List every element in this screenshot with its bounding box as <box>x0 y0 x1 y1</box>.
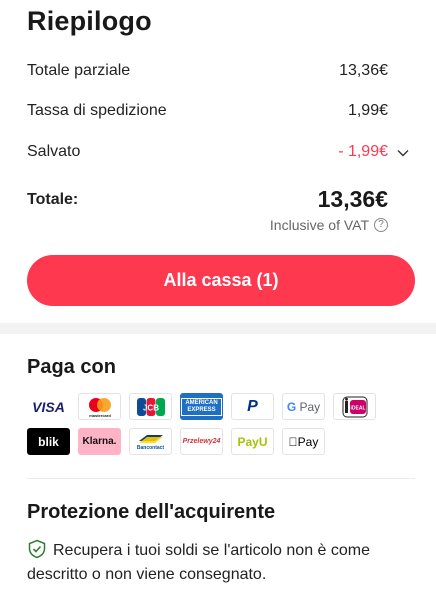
payu-logo: PayU <box>231 428 274 455</box>
subtotal-value: 13,36€ <box>339 62 388 79</box>
payment-title: Paga con <box>27 356 116 378</box>
payment-methods: VISA mastercard JCB AMERICAN EXPRESS P G… <box>27 393 387 463</box>
klarna-logo: Klarna. <box>78 428 121 455</box>
apple-icon:  <box>289 435 298 449</box>
shipping-label: Tassa di spedizione <box>27 102 167 119</box>
payment-methods-row-2: blik Klarna. Bancontact Przelewy24 PayU … <box>27 428 387 455</box>
google-g-icon: G <box>286 399 297 414</box>
apple-pay-logo: Pay <box>282 428 325 455</box>
ideal-logo: iDEAL <box>333 393 376 420</box>
saved-row[interactable]: Salvato - 1,99€ <box>27 143 388 161</box>
saved-label: Salvato <box>27 143 81 160</box>
chevron-down-icon[interactable] <box>396 146 410 160</box>
bancontact-logo: Bancontact <box>129 428 172 455</box>
apple-pay-label: Pay <box>293 434 319 449</box>
protection-description: Recupera i tuoi soldi se l'articolo non … <box>27 539 419 587</box>
bancontact-label: Bancontact <box>136 444 165 451</box>
payment-methods-row-1: VISA mastercard JCB AMERICAN EXPRESS P G… <box>27 393 387 420</box>
ideal-label: iDEAL <box>350 405 365 411</box>
total-label: Totale: <box>27 190 79 208</box>
shield-check-icon <box>28 539 46 559</box>
question-circle-icon[interactable]: ? <box>374 218 388 232</box>
total-value: 13,36€ <box>317 186 388 212</box>
google-pay-label: Pay <box>299 399 321 414</box>
checkout-button[interactable]: Alla cassa (1) <box>27 255 415 306</box>
przelewy24-logo: Przelewy24 <box>180 428 223 455</box>
visa-logo: VISA <box>27 393 70 420</box>
shipping-value: 1,99€ <box>347 102 388 119</box>
subtotal-label: Totale parziale <box>27 62 131 79</box>
total-row: Totale: 13,36€ <box>27 186 388 213</box>
section-divider <box>0 323 436 334</box>
jcb-label: JCB <box>142 403 158 412</box>
paypal-logo: P <box>231 393 274 420</box>
order-summary: Riepilogo Totale parziale 13,36€ Tassa d… <box>0 0 436 318</box>
amex-label: AMERICAN EXPRESS <box>181 397 222 416</box>
shipping-row: Tassa di spedizione 1,99€ <box>27 102 388 120</box>
vat-note-text: Inclusive of VAT <box>269 217 369 233</box>
mastercard-label: mastercard <box>89 413 111 418</box>
jcb-logo: JCB <box>129 393 172 420</box>
mastercard-logo: mastercard <box>78 393 121 420</box>
google-pay-logo: G Pay <box>282 393 325 420</box>
vat-note: Inclusive of VAT ? <box>270 217 388 233</box>
protection-title: Protezione dell'acquirente <box>27 501 276 523</box>
blik-logo: blik <box>27 428 70 455</box>
protection-divider <box>27 478 415 479</box>
summary-title: Riepilogo <box>27 6 152 36</box>
saved-value: - 1,99€ <box>338 143 388 160</box>
amex-logo: AMERICAN EXPRESS <box>180 393 223 420</box>
subtotal-row: Totale parziale 13,36€ <box>27 62 388 80</box>
protection-text: Recupera i tuoi soldi se l'articolo non … <box>27 542 370 583</box>
